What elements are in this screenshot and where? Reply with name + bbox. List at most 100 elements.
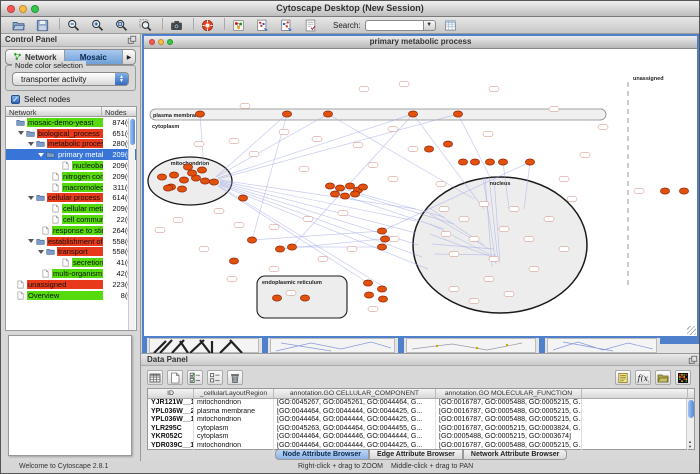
- tree-item-nitrogen-compo[interactable]: nitrogen compo209(0): [6, 171, 136, 182]
- disclosure-triangle-icon[interactable]: [18, 131, 24, 135]
- node-selected[interactable]: [485, 159, 494, 165]
- node-unselected[interactable]: [399, 82, 409, 87]
- node-selected[interactable]: [380, 236, 389, 242]
- table-row[interactable]: YKR052Ccytoplasm[GO:0044464, GO:0044446,…: [148, 433, 694, 442]
- node-unselected[interactable]: [549, 107, 559, 112]
- resize-grip-icon[interactable]: [687, 326, 696, 335]
- tree-item-metabolic-process[interactable]: metabolic process280(0): [6, 139, 136, 150]
- node-selected[interactable]: [177, 186, 186, 192]
- import-table-button[interactable]: [443, 18, 458, 33]
- column-header[interactable]: _cellularLayoutRegion: [194, 389, 274, 398]
- table-scrollbar[interactable]: ▲▼: [686, 399, 694, 449]
- node-unselected[interactable]: [504, 292, 514, 297]
- node-selected[interactable]: [323, 111, 332, 117]
- node-selected[interactable]: [275, 246, 284, 252]
- node-color-dropdown[interactable]: transporter activity ▲▼: [12, 72, 129, 86]
- tree-scrollbar[interactable]: [128, 118, 135, 330]
- node-selected[interactable]: [209, 179, 218, 185]
- node-unselected[interactable]: [353, 143, 363, 148]
- node-unselected[interactable]: [389, 237, 399, 242]
- formula-builder-button[interactable]: f(x): [635, 370, 651, 385]
- tree-item-overview[interactable]: Overview8(0): [6, 290, 136, 301]
- open-session-button[interactable]: [11, 18, 26, 33]
- node-unselected[interactable]: [388, 127, 398, 132]
- node-selected[interactable]: [183, 164, 192, 170]
- node-selected[interactable]: [282, 111, 291, 117]
- node-selected[interactable]: [229, 258, 238, 264]
- node-unselected[interactable]: [286, 291, 296, 296]
- node-unselected[interactable]: [580, 153, 590, 158]
- disclosure-triangle-icon[interactable]: [38, 250, 44, 254]
- node-unselected[interactable]: [469, 299, 479, 304]
- save-session-button[interactable]: [35, 18, 50, 33]
- tree-item-unassigned[interactable]: unassigned223(0): [6, 279, 136, 290]
- tabs-overflow-button[interactable]: ▶: [123, 50, 135, 64]
- select-attributes-button[interactable]: [187, 370, 203, 385]
- tree-item-biological-process[interactable]: biological_process651(0): [6, 128, 136, 139]
- node-selected[interactable]: [300, 295, 309, 301]
- node-selected[interactable]: [247, 237, 256, 243]
- float-data-panel-icon[interactable]: [688, 355, 698, 367]
- node-unselected[interactable]: [489, 87, 499, 92]
- node-color-mapper-button[interactable]: [231, 18, 246, 33]
- node-selected[interactable]: [525, 159, 534, 165]
- node-unselected[interactable]: [229, 139, 239, 144]
- select-nodes-checkbox[interactable]: ✓: [11, 95, 20, 104]
- tree-item-nucleobase-[interactable]: nucleobase-209(0): [6, 160, 136, 171]
- node-selected[interactable]: [238, 195, 247, 201]
- node-selected[interactable]: [335, 185, 344, 191]
- node-unselected[interactable]: [227, 277, 237, 282]
- node-selected[interactable]: [377, 244, 386, 250]
- tree-item-multi-organism-pro[interactable]: multi-organism pro42(0): [6, 268, 136, 279]
- node-unselected[interactable]: [479, 202, 489, 207]
- open-attribute-file-button[interactable]: [655, 370, 671, 385]
- annotation-form-button[interactable]: [303, 18, 318, 33]
- node-unselected[interactable]: [459, 217, 469, 222]
- tree-item-primary-metabolic[interactable]: primary metabolic209(0): [6, 149, 136, 160]
- node-unselected[interactable]: [544, 217, 554, 222]
- birdseye-view-panel[interactable]: [8, 335, 132, 456]
- node-selected[interactable]: [470, 159, 479, 165]
- node-unselected[interactable]: [524, 237, 534, 242]
- node-unselected[interactable]: [155, 228, 165, 233]
- node-unselected[interactable]: [173, 218, 183, 223]
- network-canvas[interactable]: plasma membranecytoplasmmitochondrionnuc…: [144, 49, 697, 336]
- node-unselected[interactable]: [469, 237, 479, 242]
- tree-item-response-to-stimulu[interactable]: response to stimulu264(0): [6, 225, 136, 236]
- node-unselected[interactable]: [269, 267, 279, 272]
- node-unselected[interactable]: [439, 207, 449, 212]
- node-unselected[interactable]: [368, 307, 378, 312]
- float-panel-icon[interactable]: [127, 35, 137, 47]
- table-row[interactable]: YPL036W__2plasma membrane[GO:0044464, GO…: [148, 408, 694, 417]
- node-unselected[interactable]: [489, 257, 499, 262]
- node-unselected[interactable]: [312, 137, 322, 142]
- node-unselected[interactable]: [249, 152, 259, 157]
- heatmap-view-button[interactable]: [675, 370, 691, 385]
- node-selected[interactable]: [350, 191, 359, 197]
- node-unselected[interactable]: [214, 209, 224, 214]
- node-selected[interactable]: [660, 188, 669, 194]
- help-ring-button[interactable]: [200, 18, 215, 33]
- node-unselected[interactable]: [598, 125, 608, 130]
- node-unselected[interactable]: [234, 223, 244, 228]
- node-unselected[interactable]: [484, 277, 494, 282]
- node-unselected[interactable]: [240, 104, 250, 109]
- node-unselected[interactable]: [194, 142, 204, 147]
- tab-node-attribute-browser[interactable]: Node Attribute Browser: [275, 449, 369, 460]
- node-selected[interactable]: [424, 146, 433, 152]
- disclosure-triangle-icon[interactable]: [28, 142, 34, 146]
- node-selected[interactable]: [287, 244, 296, 250]
- node-unselected[interactable]: [388, 177, 398, 182]
- node-unselected[interactable]: [441, 232, 451, 237]
- node-selected[interactable]: [408, 111, 417, 117]
- node-unselected[interactable]: [318, 257, 328, 262]
- tree-item-transport[interactable]: transport558(0): [6, 247, 136, 258]
- node-unselected[interactable]: [359, 87, 369, 92]
- node-unselected[interactable]: [279, 130, 289, 135]
- node-unselected[interactable]: [634, 189, 644, 194]
- tab-edge-attribute-browser[interactable]: Edge Attribute Browser: [369, 449, 463, 460]
- node-unselected[interactable]: [567, 197, 577, 202]
- node-selected[interactable]: [163, 185, 172, 191]
- node-selected[interactable]: [364, 292, 373, 298]
- tree-item-cell-communicat[interactable]: cell communicat22(0): [6, 214, 136, 225]
